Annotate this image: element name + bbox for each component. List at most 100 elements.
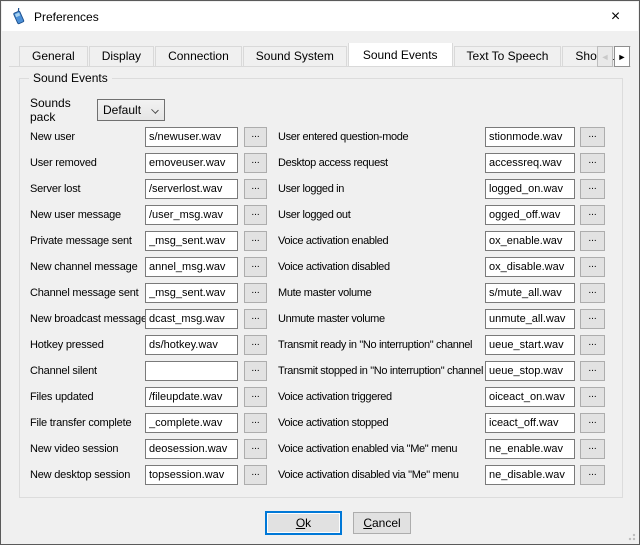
sound-file-input[interactable] [485,257,575,277]
browse-button[interactable]: ... [580,179,605,199]
browse-button[interactable]: ... [244,283,267,303]
browse-button[interactable]: ... [244,153,267,173]
sound-file-input[interactable] [485,335,575,355]
tab-display[interactable]: Display [89,46,154,66]
sound-file-input[interactable] [485,153,575,173]
sound-event-row: User logged in ... [278,176,624,202]
title-bar: Preferences × [2,2,638,31]
sound-file-input[interactable] [485,179,575,199]
browse-button[interactable]: ... [580,153,605,173]
sound-event-label: Private message sent [30,235,145,247]
sound-event-row: New desktop session ... [30,462,268,488]
sound-event-label: File transfer complete [30,417,145,429]
chevron-down-icon [151,106,159,114]
sound-file-input[interactable] [145,387,238,407]
sound-event-label: New user [30,131,145,143]
sound-event-label: Mute master volume [278,287,485,299]
sound-event-row: Voice activation disabled ... [278,254,624,280]
sound-event-row: Hotkey pressed ... [30,332,268,358]
sound-file-input[interactable] [145,153,238,173]
preferences-dialog: Preferences × General Display Connection… [0,0,640,545]
sound-file-input[interactable] [485,283,575,303]
sound-file-input[interactable] [485,413,575,433]
browse-button[interactable]: ... [244,413,267,433]
sound-file-input[interactable] [145,257,238,277]
browse-button[interactable]: ... [244,335,267,355]
sound-event-row: Private message sent ... [30,228,268,254]
browse-button[interactable]: ... [244,231,267,251]
browse-button[interactable]: ... [580,309,605,329]
sound-file-input[interactable] [485,361,575,381]
sound-file-input[interactable] [485,387,575,407]
sound-event-row: Voice activation enabled via "Me" menu .… [278,436,624,462]
sound-event-label: Voice activation disabled via "Me" menu [278,469,485,481]
sound-file-input[interactable] [485,205,575,225]
sound-file-input[interactable] [145,335,238,355]
window-title: Preferences [34,10,99,24]
browse-button[interactable]: ... [244,387,267,407]
tab-connection[interactable]: Connection [155,46,242,66]
sound-file-input[interactable] [145,283,238,303]
browse-button[interactable]: ... [244,205,267,225]
tab-sound-events[interactable]: Sound Events [348,43,453,67]
sound-file-input[interactable] [485,231,575,251]
sound-event-label: Desktop access request [278,157,485,169]
sound-file-input[interactable] [145,413,238,433]
browse-button[interactable]: ... [580,465,605,485]
tab-scroll-left-icon[interactable]: ◄ [597,46,613,67]
sound-file-input[interactable] [145,439,238,459]
browse-button[interactable]: ... [244,439,267,459]
sound-file-input[interactable] [485,127,575,147]
sound-event-row: New channel message ... [30,254,268,280]
resize-grip[interactable] [626,531,636,541]
browse-button[interactable]: ... [580,205,605,225]
sound-file-input[interactable] [145,309,238,329]
close-icon[interactable]: × [593,2,638,31]
tab-sound-system[interactable]: Sound System [243,46,347,66]
sound-file-input[interactable] [145,179,238,199]
sound-event-row: Unmute master volume ... [278,306,624,332]
browse-button[interactable]: ... [580,439,605,459]
tab-scroll-right-icon[interactable]: ► [614,46,630,67]
sound-file-input[interactable] [485,439,575,459]
sound-file-input[interactable] [485,465,575,485]
sound-event-label: Server lost [30,183,145,195]
sound-event-label: New video session [30,443,145,455]
sound-file-input[interactable] [145,465,238,485]
groupbox-title: Sound Events [29,71,112,85]
browse-button[interactable]: ... [580,127,605,147]
sound-event-row: Mute master volume ... [278,280,624,306]
tab-general[interactable]: General [19,46,88,66]
browse-button[interactable]: ... [580,361,605,381]
browse-button[interactable]: ... [580,283,605,303]
sound-event-row: New user message ... [30,202,268,228]
sound-file-input[interactable] [145,231,238,251]
sound-file-input[interactable] [145,361,238,381]
browse-button[interactable]: ... [580,413,605,433]
browse-button[interactable]: ... [244,309,267,329]
ok-button[interactable]: Ok [265,511,342,535]
browse-button[interactable]: ... [244,257,267,277]
sound-event-row: Transmit stopped in "No interruption" ch… [278,358,624,384]
browse-button[interactable]: ... [244,179,267,199]
browse-button[interactable]: ... [580,257,605,277]
browse-button[interactable]: ... [244,465,267,485]
browse-button[interactable]: ... [580,387,605,407]
sound-event-label: User logged in [278,183,485,195]
browse-button[interactable]: ... [244,127,267,147]
browse-button[interactable]: ... [244,361,267,381]
cancel-button[interactable]: Cancel [353,512,411,534]
browse-button[interactable]: ... [580,231,605,251]
sound-event-label: Voice activation disabled [278,261,485,273]
sounds-pack-dropdown[interactable]: Default [97,99,165,121]
sound-file-input[interactable] [145,205,238,225]
sound-event-label: New user message [30,209,145,221]
sound-event-label: Voice activation enabled via "Me" menu [278,443,485,455]
browse-button[interactable]: ... [580,335,605,355]
app-icon [10,8,27,25]
sound-event-label: Voice activation enabled [278,235,485,247]
sound-event-row: New broadcast message ... [30,306,268,332]
sound-file-input[interactable] [145,127,238,147]
sound-file-input[interactable] [485,309,575,329]
tab-text-to-speech[interactable]: Text To Speech [454,46,562,66]
